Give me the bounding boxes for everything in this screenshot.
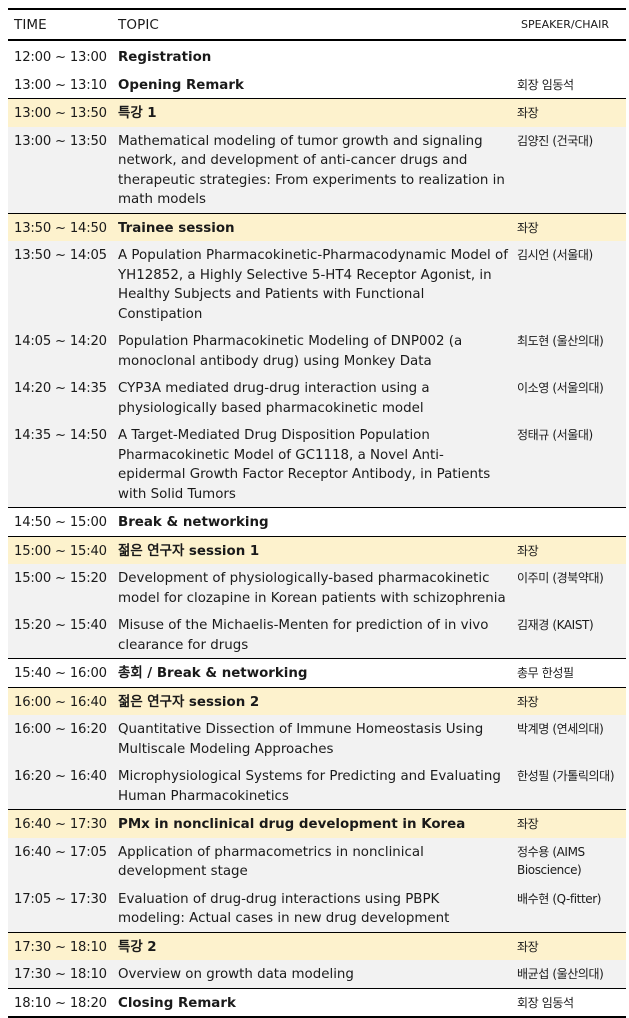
time-cell: 15:40 ~ 16:00 [8,658,112,687]
time-cell: 13:00 ~ 13:50 [8,126,112,213]
talk-row: 14:05 ~ 14:20 Population Pharmacokinetic … [8,327,626,374]
topic-cell: Application of pharmacometrics in noncli… [112,837,515,885]
topic-cell: A Target-Mediated Drug Disposition Popul… [112,421,515,508]
topic-cell: 젊은 연구자 session 2 [112,686,515,715]
session-row: 15:00 ~ 15:40 젊은 연구자 session 1 좌장 [8,535,626,564]
speaker-cell: 김시언 (서울대) [515,241,626,327]
topic-cell: Quantitative Dissection of Immune Homeos… [112,715,515,762]
speaker-cell: 배균섭 (울산의대) [515,960,626,988]
topic-cell: Evaluation of drug-drug interactions usi… [112,884,515,932]
topic-cell: PMx in nonclinical drug development in K… [112,809,515,838]
topic-cell: 특강 2 [112,931,515,960]
talk-row: 16:40 ~ 17:05 Application of pharmacometr… [8,837,626,885]
topic-cell: Population Pharmacokinetic Modeling of D… [112,327,515,374]
topic-cell: CYP3A mediated drug-drug interaction usi… [112,374,515,421]
schedule-row: 18:10 ~ 18:20 Closing Remark 회장 임동석 [8,987,626,1018]
topic-cell: Break & networking [112,507,515,536]
schedule-row: 12:00 ~ 13:00 Registration [8,40,626,71]
topic-cell: 총회 / Break & networking [112,658,515,687]
talk-row: 13:00 ~ 13:50 Mathematical modeling of tu… [8,126,626,213]
time-cell: 18:10 ~ 18:20 [8,987,112,1018]
time-cell: 14:35 ~ 14:50 [8,421,112,508]
speaker-cell: 회장 임동석 [515,987,626,1018]
schedule-header: TIME TOPIC SPEAKER/CHAIR [8,8,626,41]
speaker-cell: 좌장 [515,931,626,960]
schedule-body: 12:00 ~ 13:00 Registration 13:00 ~ 13:10 Op… [8,40,626,1018]
session-row: 16:00 ~ 16:40 젊은 연구자 session 2 좌장 [8,686,626,715]
schedule-row: 14:50 ~ 15:00 Break & networking [8,507,626,536]
topic-cell: Microphysiological Systems for Predictin… [112,762,515,810]
speaker-cell: 회장 임동석 [515,70,626,99]
speaker-cell: 김양진 (건국대) [515,126,626,213]
speaker-cell: 총무 한성필 [515,658,626,687]
time-cell: 17:30 ~ 18:10 [8,931,112,960]
time-cell: 16:00 ~ 16:40 [8,686,112,715]
time-cell: 16:00 ~ 16:20 [8,715,112,762]
topic-cell: Closing Remark [112,987,515,1018]
speaker-cell: 이소영 (서울의대) [515,374,626,421]
session-row: 16:40 ~ 17:30 PMx in nonclinical drug dev… [8,809,626,838]
header-row: TIME TOPIC SPEAKER/CHAIR [8,8,626,41]
time-cell: 13:50 ~ 14:05 [8,241,112,327]
header-topic: TOPIC [112,8,515,41]
speaker-cell: 좌장 [515,535,626,564]
time-cell: 15:20 ~ 15:40 [8,611,112,659]
time-cell: 14:50 ~ 15:00 [8,507,112,536]
speaker-cell: 이주미 (경북약대) [515,564,626,611]
session-row: 17:30 ~ 18:10 특강 2 좌장 [8,931,626,960]
speaker-cell: 좌장 [515,809,626,838]
time-cell: 17:30 ~ 18:10 [8,960,112,988]
time-cell: 16:40 ~ 17:30 [8,809,112,838]
time-cell: 14:20 ~ 14:35 [8,374,112,421]
topic-cell: Mathematical modeling of tumor growth an… [112,126,515,213]
time-cell: 15:00 ~ 15:40 [8,535,112,564]
talk-row: 15:00 ~ 15:20 Development of physiologica… [8,564,626,611]
speaker-cell: 좌장 [515,686,626,715]
topic-cell: Development of physiologically-based pha… [112,564,515,611]
talk-row: 13:50 ~ 14:05 A Population Pharmacokineti… [8,241,626,327]
topic-cell: Overview on growth data modeling [112,960,515,988]
schedule-row: 15:40 ~ 16:00 총회 / Break & networking 총무 한… [8,658,626,687]
time-cell: 14:05 ~ 14:20 [8,327,112,374]
talk-row: 17:30 ~ 18:10 Overview on growth data mod… [8,960,626,988]
schedule-table: TIME TOPIC SPEAKER/CHAIR 12:00 ~ 13:00 Re… [8,8,626,1018]
talk-row: 16:20 ~ 16:40 Microphysiological Systems … [8,762,626,810]
talk-row: 14:20 ~ 14:35 CYP3A mediated drug-drug in… [8,374,626,421]
schedule-row: 13:00 ~ 13:10 Opening Remark 회장 임동석 [8,70,626,99]
topic-cell: 젊은 연구자 session 1 [112,535,515,564]
session-row: 13:00 ~ 13:50 특강 1 좌장 [8,98,626,127]
speaker-cell: 배수현 (Q-fitter) [515,884,626,932]
talk-row: 14:35 ~ 14:50 A Target-Mediated Drug Disp… [8,421,626,508]
time-cell: 13:00 ~ 13:10 [8,70,112,99]
talk-row: 16:00 ~ 16:20 Quantitative Dissection of … [8,715,626,762]
speaker-cell: 박계명 (연세의대) [515,715,626,762]
speaker-cell: 정태규 (서울대) [515,421,626,508]
topic-cell: A Population Pharmacokinetic-Pharmacodyn… [112,241,515,327]
time-cell: 16:20 ~ 16:40 [8,762,112,810]
time-cell: 13:00 ~ 13:50 [8,98,112,127]
time-cell: 15:00 ~ 15:20 [8,564,112,611]
session-row: 13:50 ~ 14:50 Trainee session 좌장 [8,212,626,241]
topic-cell: 특강 1 [112,98,515,127]
header-time: TIME [8,8,112,41]
time-cell: 13:50 ~ 14:50 [8,212,112,241]
time-cell: 16:40 ~ 17:05 [8,837,112,885]
time-cell: 12:00 ~ 13:00 [8,40,112,71]
speaker-cell: 한성필 (가톨릭의대) [515,762,626,810]
speaker-cell: 좌장 [515,212,626,241]
topic-cell: Opening Remark [112,70,515,99]
topic-cell: Misuse of the Michaelis-Menten for predi… [112,611,515,659]
speaker-cell: 정수용 (AIMS Bioscience) [515,837,626,885]
speaker-cell [515,507,626,536]
topic-cell: Trainee session [112,212,515,241]
time-cell: 17:05 ~ 17:30 [8,884,112,932]
header-speaker: SPEAKER/CHAIR [515,8,626,41]
speaker-cell [515,40,626,71]
talk-row: 15:20 ~ 15:40 Misuse of the Michaelis-Men… [8,611,626,659]
speaker-cell: 최도현 (울산의대) [515,327,626,374]
talk-row: 17:05 ~ 17:30 Evaluation of drug-drug int… [8,884,626,932]
speaker-cell: 좌장 [515,98,626,127]
topic-cell: Registration [112,40,515,71]
speaker-cell: 김재경 (KAIST) [515,611,626,659]
